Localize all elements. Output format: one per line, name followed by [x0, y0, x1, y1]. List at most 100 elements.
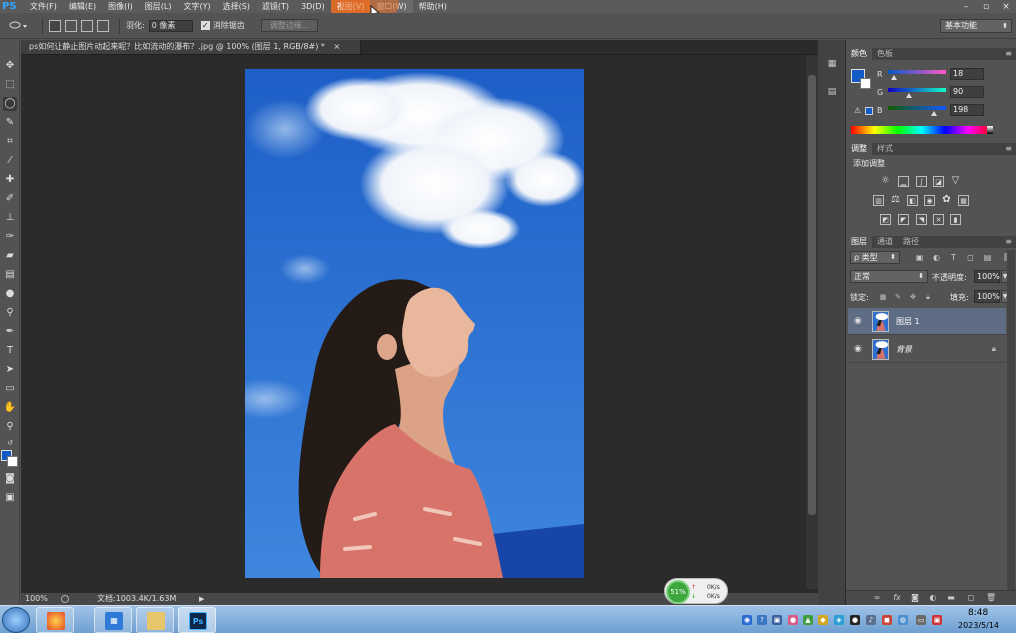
curves-icon[interactable]: ∫: [916, 176, 927, 187]
layers-scrollbar[interactable]: [1007, 250, 1015, 590]
blue-slider-knob[interactable]: [931, 111, 937, 116]
menu-filter[interactable]: 滤镜(T): [256, 0, 295, 13]
new-selection-icon[interactable]: [49, 19, 61, 32]
layer-row[interactable]: ◉ 图层 1: [848, 308, 1006, 335]
eraser-tool-icon[interactable]: ▰: [3, 249, 17, 263]
tray-app-icon[interactable]: ◍: [898, 615, 908, 625]
type-tool-icon[interactable]: T: [3, 344, 17, 358]
healing-brush-tool-icon[interactable]: ✚: [3, 173, 17, 187]
gamut-warning-icon[interactable]: ⚠: [854, 106, 861, 115]
taskbar-app-button[interactable]: ▦: [94, 607, 132, 633]
feather-input[interactable]: 0 像素: [148, 19, 193, 32]
tray-app-icon[interactable]: ◼: [882, 615, 892, 625]
tab-swatches[interactable]: 色板: [872, 48, 898, 60]
menu-layer[interactable]: 图层(L): [139, 0, 178, 13]
scroll-thumb[interactable]: [808, 75, 816, 515]
blend-mode-select[interactable]: 正常 ⬍: [850, 270, 928, 283]
dodge-tool-icon[interactable]: ⚲: [3, 306, 17, 320]
levels-icon[interactable]: ▁: [898, 176, 909, 187]
marquee-tool-icon[interactable]: ⬚: [3, 78, 17, 92]
document-tab[interactable]: ps如何让静止图片动起来呢？比如流动的瀑布？.jpg @ 100% (图层 1,…: [21, 40, 361, 54]
tab-styles[interactable]: 样式: [872, 143, 898, 155]
exposure-icon[interactable]: ◪: [933, 176, 944, 187]
screen-mode-icon[interactable]: ▣: [3, 491, 17, 505]
invert-icon[interactable]: ◩: [880, 214, 891, 225]
lock-position-icon[interactable]: ✥: [909, 293, 917, 301]
tab-adjustments[interactable]: 调整: [846, 143, 872, 155]
lasso-preset-icon[interactable]: [8, 20, 30, 32]
layer-mask-icon[interactable]: ◙: [910, 593, 920, 603]
red-slider[interactable]: [888, 70, 946, 74]
add-selection-icon[interactable]: [65, 19, 77, 32]
filter-type-icon[interactable]: T: [949, 253, 958, 262]
menu-edit[interactable]: 编辑(E): [63, 0, 102, 13]
layer-style-icon[interactable]: fx: [892, 593, 902, 603]
brush-tool-icon[interactable]: ✐: [3, 192, 17, 206]
green-value[interactable]: 90: [950, 86, 984, 98]
close-button[interactable]: ×: [1000, 2, 1012, 12]
volume-icon[interactable]: ♪: [866, 615, 876, 625]
new-group-icon[interactable]: ▬: [946, 593, 956, 603]
lock-all-icon[interactable]: 🔒︎: [924, 293, 932, 301]
new-layer-icon[interactable]: ◻: [966, 593, 976, 603]
filter-shape-icon[interactable]: ◻: [966, 253, 975, 262]
lock-pixels-icon[interactable]: ✎: [894, 293, 902, 301]
proof-icon[interactable]: [61, 595, 69, 603]
visibility-eye-icon[interactable]: ◉: [854, 344, 862, 354]
tray-qq-icon[interactable]: ●: [850, 615, 860, 625]
tray-app-icon[interactable]: ▲: [803, 615, 813, 625]
filter-pixel-icon[interactable]: ▣: [915, 253, 924, 262]
clone-stamp-tool-icon[interactable]: ⊥: [3, 211, 17, 225]
green-slider[interactable]: [888, 88, 946, 92]
tray-app-icon[interactable]: ▣: [772, 615, 782, 625]
tab-channels[interactable]: 通道: [872, 236, 898, 248]
panel-menu-icon[interactable]: ≡: [1005, 143, 1012, 155]
blue-value[interactable]: 198: [950, 104, 984, 116]
filter-adjustment-icon[interactable]: ◐: [932, 253, 941, 262]
opacity-input[interactable]: 100%: [974, 270, 1000, 283]
taskbar-photoshop-button[interactable]: Ps: [178, 607, 216, 633]
path-select-tool-icon[interactable]: ➤: [3, 363, 17, 377]
menu-image[interactable]: 图像(I): [102, 0, 139, 13]
history-brush-tool-icon[interactable]: ✑: [3, 230, 17, 244]
black-white-icon[interactable]: ◧: [907, 195, 918, 206]
quick-mask-icon[interactable]: ◙: [3, 472, 17, 486]
tab-paths[interactable]: 路径: [898, 236, 924, 248]
tray-app-icon[interactable]: ◈: [834, 615, 844, 625]
tray-app-icon[interactable]: ◆: [818, 615, 828, 625]
crop-tool-icon[interactable]: ⌗: [3, 135, 17, 149]
taskbar-app-button[interactable]: [36, 607, 74, 633]
spectrum-black-white[interactable]: [987, 126, 993, 134]
layer-row[interactable]: ◉ 背景 🔒︎: [848, 336, 1006, 363]
background-color-chip[interactable]: [860, 78, 871, 89]
layer-name[interactable]: 图层 1: [896, 316, 920, 327]
gradient-map-icon[interactable]: ▮: [950, 214, 961, 225]
minimize-button[interactable]: –: [960, 2, 972, 12]
lasso-tool-icon[interactable]: ◯: [3, 97, 17, 111]
vertical-scrollbar[interactable]: [806, 55, 818, 589]
zoom-level[interactable]: 100%: [25, 593, 48, 605]
clock-date[interactable]: 2023/5/14: [958, 621, 999, 630]
color-lookup-icon[interactable]: ▦: [958, 195, 969, 206]
layer-kind-filter[interactable]: ρ 类型 ⬍: [850, 251, 900, 264]
fill-input[interactable]: 100%: [974, 290, 1000, 303]
zoom-tool-icon[interactable]: ⚲: [3, 420, 17, 434]
menu-file[interactable]: 文件(F): [24, 0, 63, 13]
background-color-swatch[interactable]: [7, 456, 18, 467]
color-spectrum[interactable]: [851, 126, 992, 134]
eyedropper-tool-icon[interactable]: ⁄: [3, 154, 17, 168]
websafe-color-chip[interactable]: [865, 107, 873, 115]
threshold-icon[interactable]: ◥: [916, 214, 927, 225]
selective-color-icon[interactable]: ✕: [933, 214, 944, 225]
filter-smart-object-icon[interactable]: ▤: [983, 253, 992, 262]
blur-tool-icon[interactable]: ●: [3, 287, 17, 301]
move-tool-icon[interactable]: ✥: [3, 59, 17, 73]
tray-network-icon[interactable]: ◉: [742, 615, 752, 625]
channel-mixer-icon[interactable]: ✿: [941, 195, 952, 206]
tray-app-icon[interactable]: ▭: [916, 615, 926, 625]
quick-select-tool-icon[interactable]: ✎: [3, 116, 17, 130]
intersect-selection-icon[interactable]: [97, 19, 109, 32]
posterize-icon[interactable]: ◤: [898, 214, 909, 225]
vibrance-icon[interactable]: ▽: [950, 176, 961, 187]
start-button[interactable]: [2, 607, 30, 633]
